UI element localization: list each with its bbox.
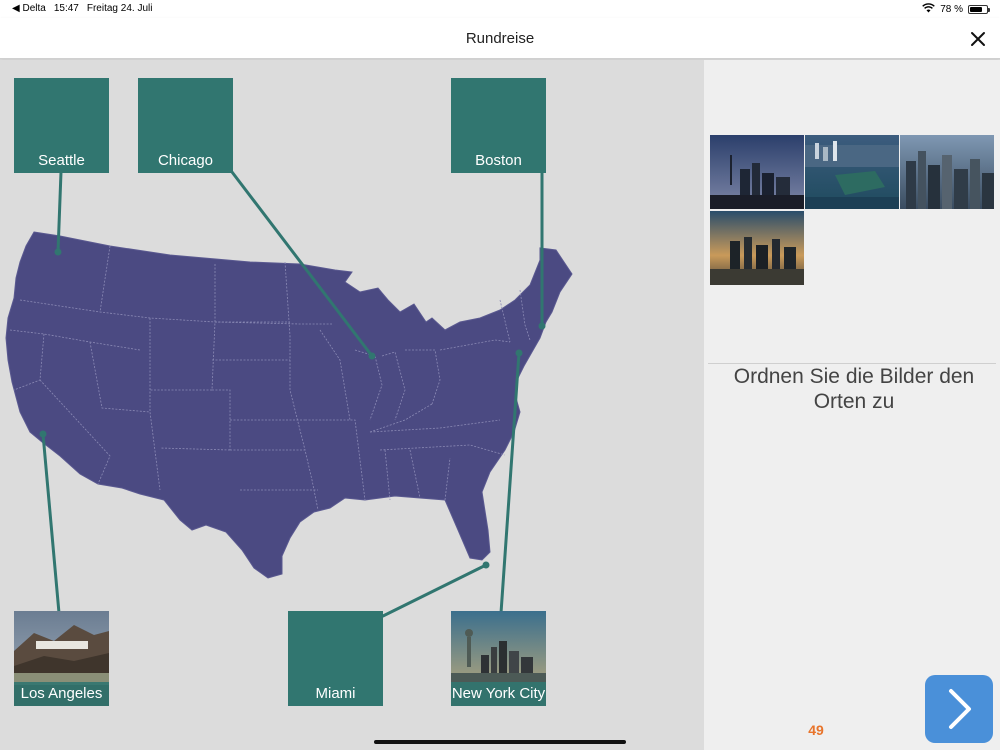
status-time: 15:47 [53,3,79,14]
city-label-chicago: Chicago [157,152,214,169]
connector-los-angeles [41,432,61,615]
miami-sunset-photo [710,211,804,285]
battery-percentage: 78 % [940,4,963,15]
city-label-miami: Miami [315,685,356,702]
city-slot-chicago[interactable]: Chicago [138,78,233,173]
connector-miami [381,563,488,618]
wifi-icon [922,3,935,16]
battery-icon [968,5,990,14]
city-label-los-angeles: Los Angeles [14,682,109,706]
city-slot-new-york[interactable]: New York City [451,611,546,706]
city-label-seattle: Seattle [38,152,85,169]
instruction-text: Ordnen Sie die Bilder den Orten zu [733,365,975,413]
city-slot-boston[interactable]: Boston [451,78,546,173]
boston-downtown-photo [900,135,994,209]
pin-miami [482,561,490,569]
image-panel: Ordnen Sie die Bilder den Orten zu 49 [704,60,1000,750]
navigation-bar: Rundreise [0,18,1000,59]
pin-new-york [515,349,523,357]
city-slot-seattle[interactable]: Seattle [14,78,109,173]
city-label-new-york: New York City [451,682,546,706]
back-to-app-link[interactable]: ◀ Delta [12,3,46,14]
city-slot-los-angeles[interactable]: Los Angeles [14,611,109,706]
draggable-photo-3[interactable] [900,135,994,209]
connector-seattle [56,170,63,254]
city-label-boston: Boston [475,152,522,169]
map-area: Seattle Chicago Boston Los Angeles Miami [0,60,704,750]
seattle-skyline-photo [710,135,804,209]
connector-chicago [230,170,374,358]
close-button[interactable] [966,27,990,51]
draggable-photo-2[interactable] [805,135,899,209]
page-title: Rundreise [465,30,535,47]
city-slot-miami[interactable]: Miami [288,611,383,706]
draggable-photo-1[interactable] [710,135,804,209]
page-number: 49 [808,722,824,738]
connector-new-york [499,351,521,615]
draggable-photo-4[interactable] [710,211,804,285]
chevron-right-icon [949,689,971,729]
close-icon [971,32,985,46]
home-indicator[interactable] [374,740,626,744]
chicago-aerial-photo [805,135,899,209]
status-bar: ◀ Delta 15:47 Freitag 24. Juli 78 % [0,0,1000,18]
pin-boston [538,322,546,330]
pin-chicago [368,352,376,360]
next-button[interactable] [925,675,993,743]
pin-los-angeles [39,430,47,438]
pin-seattle [54,248,62,256]
status-date: Freitag 24. Juli [86,3,153,14]
